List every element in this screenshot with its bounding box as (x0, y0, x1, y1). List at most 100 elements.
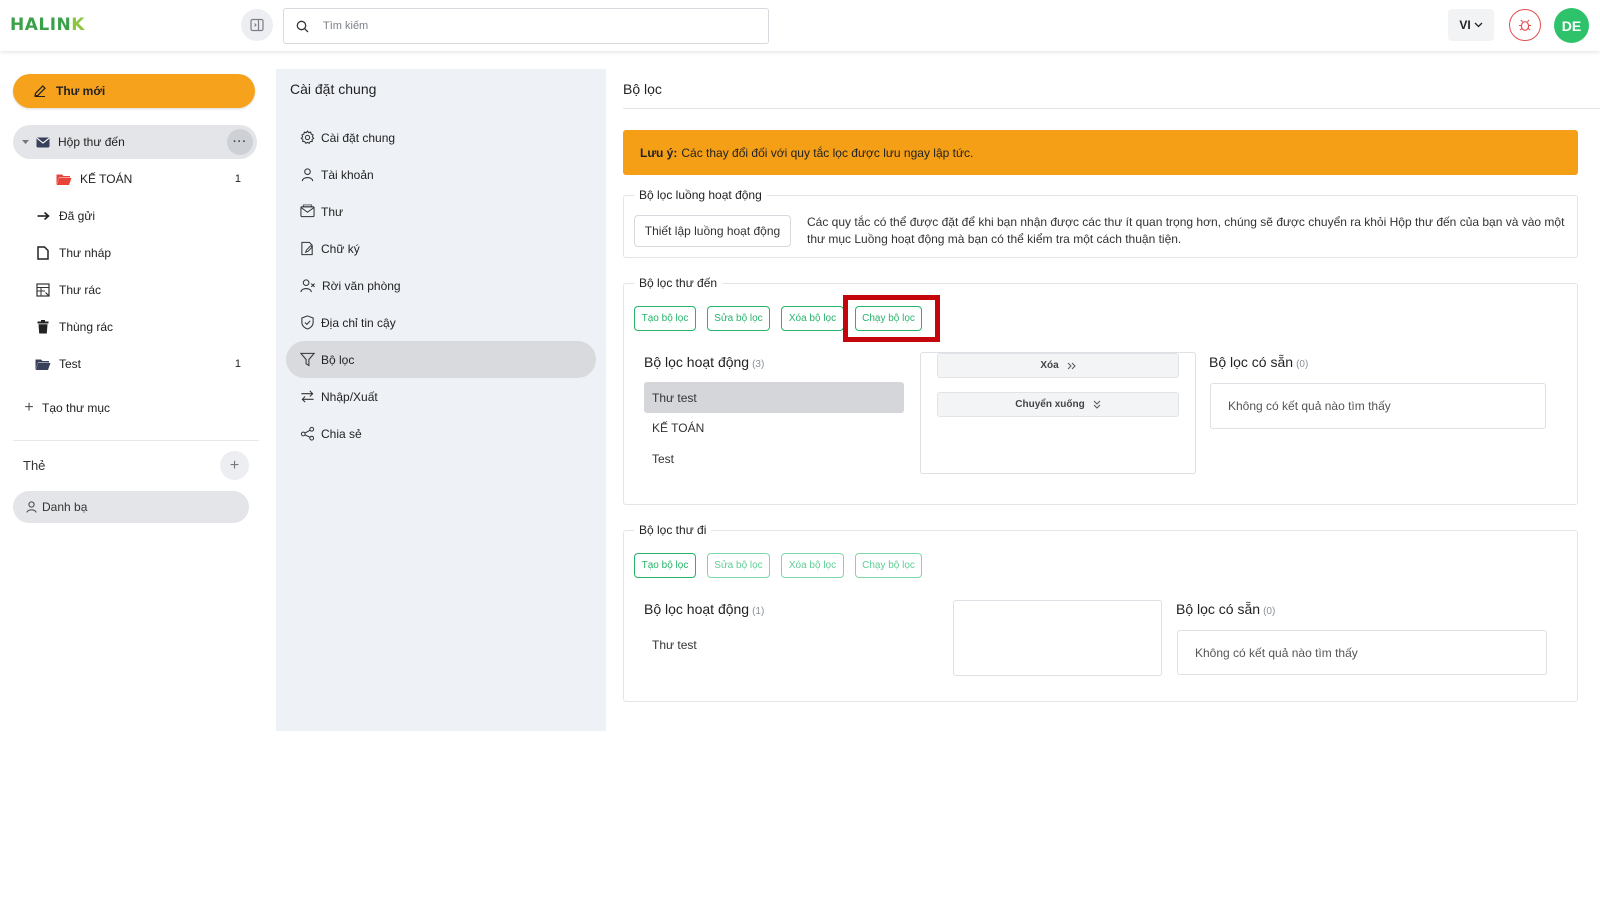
folder-trash[interactable]: Thùng rác (13, 310, 257, 344)
user-away-icon (300, 279, 315, 293)
bug-report-button[interactable] (1509, 9, 1541, 41)
create-filter-button[interactable]: Tạo bộ lọc (634, 553, 696, 578)
add-tag-button[interactable]: + (220, 451, 249, 480)
delete-filter-button[interactable]: Xóa bộ lọc (781, 306, 844, 331)
create-folder-label: Tạo thư mục (42, 401, 111, 415)
compose-label: Thư mới (56, 84, 106, 98)
active-filter-item[interactable]: Thư test (644, 382, 904, 413)
active-filter-item[interactable]: Thư test (644, 629, 904, 660)
folder-ke-toan[interactable]: KẾ TOÁN 1 (13, 162, 257, 196)
settings-item-label: Nhập/Xuất (321, 389, 378, 404)
settings-item-label: Chia sẻ (321, 426, 362, 441)
unread-count: 1 (234, 358, 241, 370)
bug-icon (1519, 19, 1531, 31)
active-filters-label: Bộ lọc hoạt động (644, 354, 750, 370)
available-filters-list: Không có kết quả nào tìm thấy (1177, 630, 1547, 675)
settings-item-label: Rời văn phòng (322, 278, 401, 293)
settings-item-label: Bộ lọc (321, 352, 355, 367)
sidebar-divider (13, 440, 259, 441)
notice-bold: Lưu ý: (640, 145, 678, 160)
plus-icon: + (24, 399, 34, 416)
logo-text-main: HALIN (10, 15, 72, 35)
empty-message: Không có kết quả nào tìm thấy (1195, 645, 1358, 660)
double-chevron-right-icon (1067, 362, 1076, 369)
edit-filter-button[interactable]: Sửa bộ lọc (707, 306, 770, 331)
settings-title: Cài đặt chung (290, 81, 377, 97)
active-filters-count: (3) (752, 359, 765, 370)
settings-item-share[interactable]: Chia sẻ (286, 415, 596, 452)
tags-title: Thẻ (23, 458, 46, 473)
settings-item-filters[interactable]: Bộ lọc (286, 341, 596, 378)
filter-actions-panel (953, 600, 1162, 676)
settings-item-account[interactable]: Tài khoản (286, 156, 596, 193)
search-box[interactable] (283, 8, 769, 44)
search-input[interactable] (323, 20, 743, 32)
sidebar-toggle-button[interactable] (241, 9, 273, 41)
folder-label: Đã gửi (59, 209, 96, 223)
settings-menu: Cài đặt chung Cài đặt chung Tài khoản Th… (276, 69, 606, 731)
active-filter-item[interactable]: Test (644, 443, 904, 474)
settings-item-out-of-office[interactable]: Rời văn phòng (286, 267, 596, 304)
logo-text-k: K (71, 15, 85, 35)
settings-item-label: Cài đặt chung (321, 130, 396, 145)
unread-count: 1 (234, 173, 241, 185)
user-icon (301, 168, 314, 182)
available-filters-count: (0) (1296, 359, 1309, 370)
user-avatar[interactable]: DE (1554, 8, 1589, 43)
arrow-right-icon (35, 208, 51, 224)
create-folder-button[interactable]: + Tạo thư mục (13, 391, 257, 425)
folder-label: KẾ TOÁN (80, 172, 133, 186)
settings-item-label: Chữ ký (321, 241, 360, 256)
folder-drafts[interactable]: Thư nháp (13, 236, 257, 270)
share-icon (300, 426, 315, 441)
pencil-icon (34, 85, 46, 97)
draft-icon (35, 245, 51, 261)
folder-more-button[interactable]: ··· (227, 129, 253, 155)
settings-item-label: Địa chỉ tin cậy (321, 315, 396, 330)
person-icon (26, 501, 37, 513)
folder-inbox[interactable]: Hộp thư đến ··· (13, 125, 257, 159)
folder-label: Thư nháp (59, 246, 112, 260)
chevron-down-icon (1474, 22, 1483, 28)
remove-filter-button[interactable]: Xóa (937, 353, 1179, 378)
settings-item-label: Tài khoản (321, 167, 374, 182)
folder-spam[interactable]: Thư rác (13, 273, 257, 307)
active-filters-count: (1) (752, 606, 765, 617)
folder-sent[interactable]: Đã gửi (13, 199, 257, 233)
language-select[interactable]: VI (1448, 9, 1494, 41)
gear-icon (300, 130, 315, 144)
settings-item-general[interactable]: Cài đặt chung (286, 119, 596, 156)
shield-icon (301, 315, 314, 330)
available-filters-label: Bộ lọc có sẵn (1176, 601, 1261, 617)
available-filters-label: Bộ lọc có sẵn (1209, 354, 1294, 370)
search-icon (296, 20, 309, 32)
contacts-button[interactable]: Danh bạ (13, 491, 249, 523)
spam-icon (35, 282, 51, 298)
edit-filter-button[interactable]: Sửa bộ lọc (707, 553, 770, 578)
top-bar: HALINK VI DE (0, 0, 1600, 51)
create-filter-button[interactable]: Tạo bộ lọc (634, 306, 696, 331)
active-filters-title: Bộ lọc hoạt động (1) (644, 601, 764, 617)
folder-open-icon (35, 356, 51, 372)
active-filter-item[interactable]: KẾ TOÁN (644, 412, 904, 443)
flow-filter-section: Bộ lọc luồng hoạt động Thiết lập luồng h… (623, 188, 1578, 258)
move-down-button[interactable]: Chuyển xuống (937, 392, 1179, 417)
section-legend: Bộ lọc thư đi (634, 523, 712, 537)
run-filter-button[interactable]: Chạy bộ lọc (855, 553, 922, 578)
settings-item-mail[interactable]: Thư (286, 193, 596, 230)
notice-text: Các thay đổi đối với quy tắc lọc được lư… (681, 145, 974, 160)
halink-logo[interactable]: HALINK (10, 13, 85, 37)
active-filters-label: Bộ lọc hoạt động (644, 601, 750, 617)
folder-test[interactable]: Test 1 (13, 347, 257, 381)
title-divider (623, 108, 1600, 109)
compose-button[interactable]: Thư mới (13, 74, 255, 108)
settings-item-import-export[interactable]: Nhập/Xuất (286, 378, 596, 415)
folder-open-icon (56, 171, 72, 187)
setup-flow-button[interactable]: Thiết lập luồng hoạt động (634, 215, 791, 247)
trash-icon (35, 319, 51, 335)
settings-item-trusted-addresses[interactable]: Địa chỉ tin cậy (286, 304, 596, 341)
sidebar-toggle-icon (250, 18, 264, 32)
delete-filter-button[interactable]: Xóa bộ lọc (781, 553, 844, 578)
contacts-label: Danh bạ (42, 500, 88, 514)
settings-item-signature[interactable]: Chữ ký (286, 230, 596, 267)
